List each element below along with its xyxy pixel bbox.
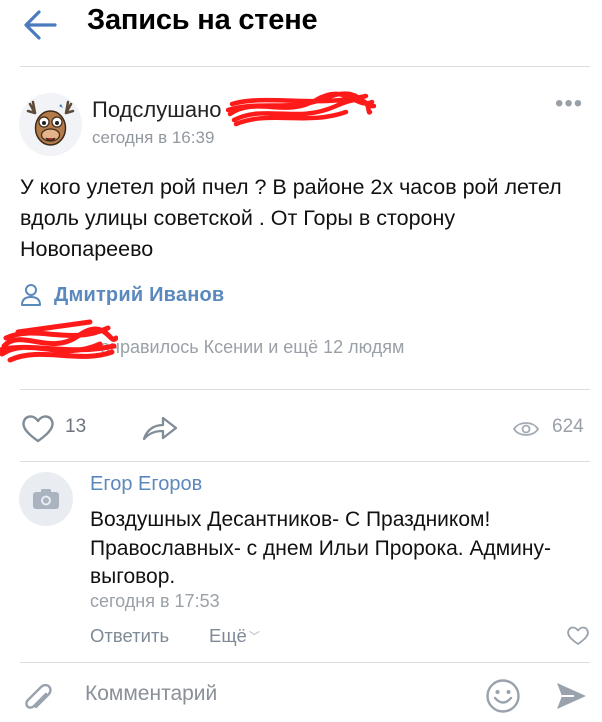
comment-input[interactable] <box>85 678 465 710</box>
signer-name[interactable]: Дмитрий Иванов <box>54 284 224 307</box>
post-timestamp: сегодня в 16:39 <box>92 128 215 147</box>
attach-icon[interactable] <box>22 679 54 713</box>
likes-summary[interactable]: онравилось Ксении и ещё 12 людям <box>100 337 404 358</box>
emoji-icon[interactable] <box>485 678 521 714</box>
heart-icon[interactable] <box>21 413 55 443</box>
comment-composer <box>0 664 602 722</box>
page-title: Запись на стене <box>87 4 318 36</box>
redaction-scribble <box>226 91 376 127</box>
commenter-name[interactable]: Егор Егоров <box>90 473 202 496</box>
post-actions: 13 624 <box>0 405 602 449</box>
community-name[interactable]: Подслушано <box>92 97 222 123</box>
share-icon[interactable] <box>141 413 179 443</box>
post-signer[interactable]: Дмитрий Иванов <box>20 282 224 308</box>
divider <box>20 461 590 462</box>
chevron-down-icon: ﹀ <box>248 631 260 643</box>
heart-icon[interactable] <box>566 624 590 646</box>
reply-button[interactable]: Ответить <box>90 625 169 647</box>
views-count: 624 <box>552 416 584 437</box>
camera-icon <box>33 489 59 509</box>
moose-avatar-image <box>19 93 82 156</box>
comment-timestamp: сегодня в 17:53 <box>90 591 220 611</box>
divider <box>20 66 590 67</box>
eye-icon <box>512 422 540 436</box>
more-button-label: Ещё <box>209 625 247 646</box>
divider <box>20 389 590 390</box>
community-avatar[interactable] <box>19 93 82 156</box>
top-bar: Запись на стене <box>0 0 602 56</box>
post-text: У кого улетел рой пчел ? В районе 2х час… <box>20 175 562 261</box>
commenter-avatar[interactable] <box>19 472 73 526</box>
divider <box>20 662 590 663</box>
send-icon[interactable] <box>554 680 588 712</box>
user-icon <box>21 284 41 306</box>
more-button[interactable]: Ещё ﹀ <box>209 625 260 647</box>
more-dots-icon[interactable]: ••• <box>555 92 583 116</box>
comment-text: Воздушных Десантников- С Праздником! Пра… <box>90 508 551 588</box>
likes-count: 13 <box>65 416 87 437</box>
back-arrow-icon[interactable] <box>22 8 58 42</box>
